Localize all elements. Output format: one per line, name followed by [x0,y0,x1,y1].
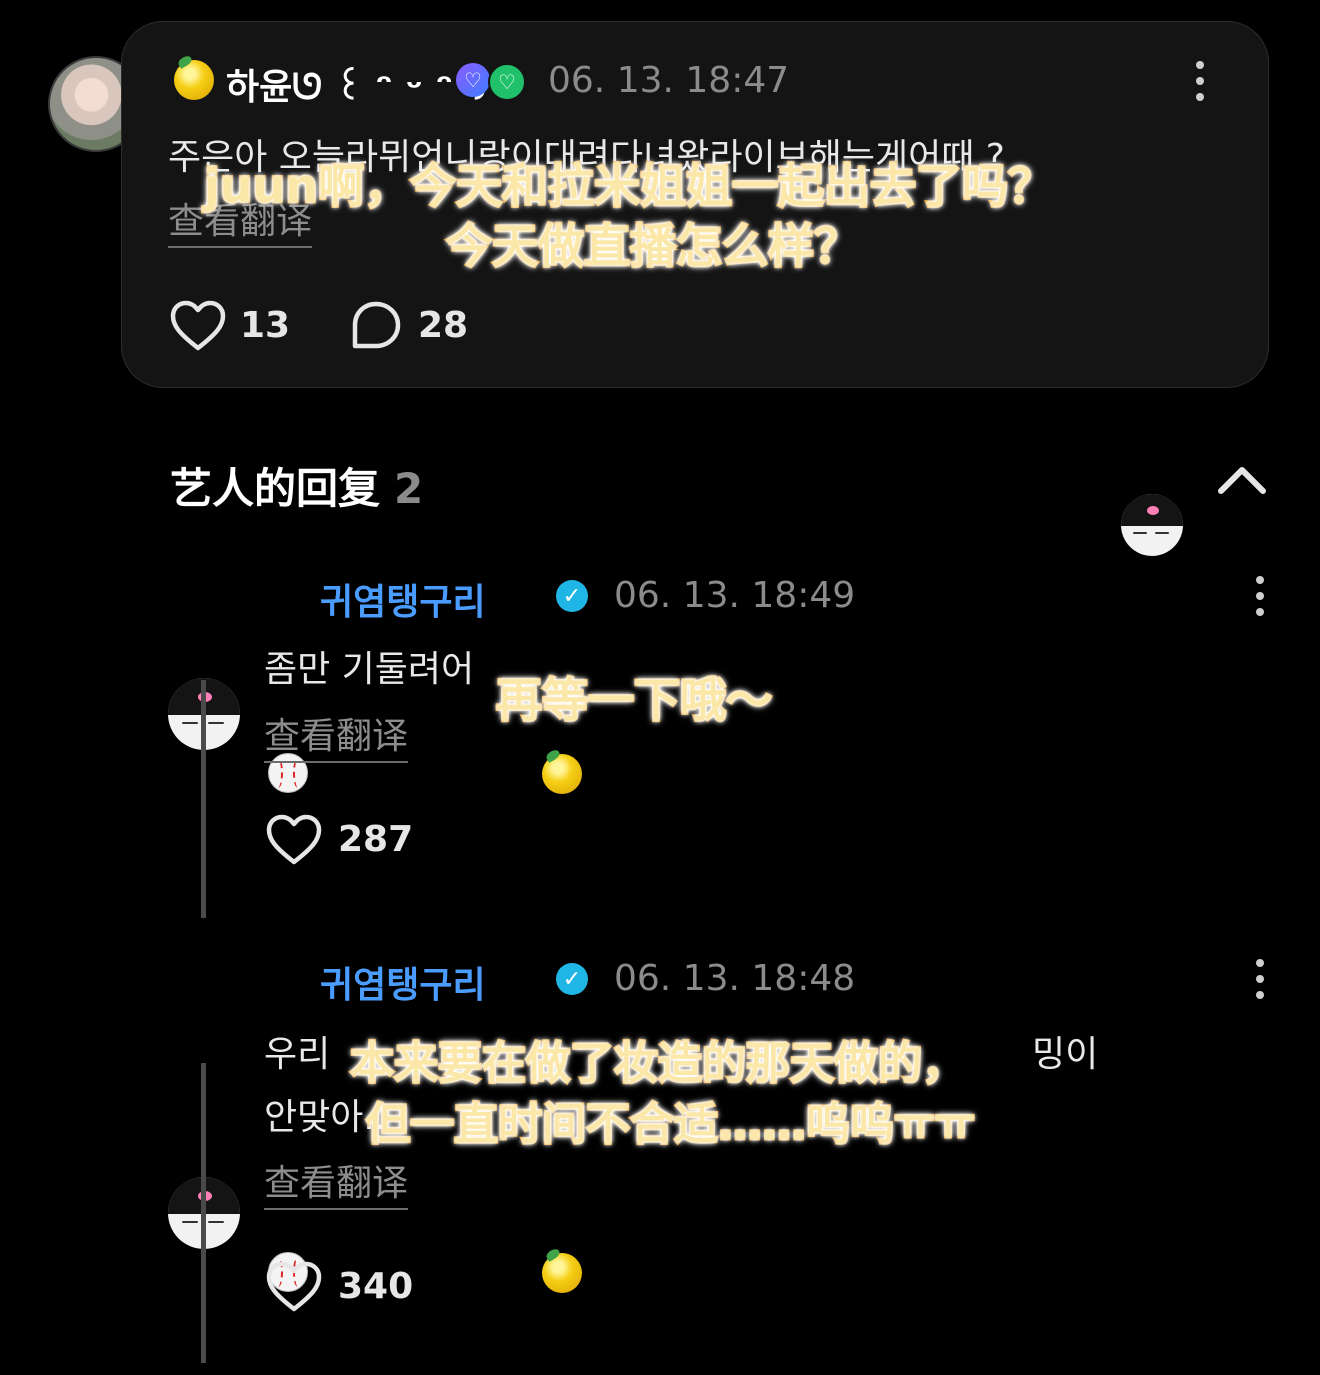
subtitle-reply2-line1: 本来要在做了妆造的那天做的， [349,1037,968,1091]
reply-like-button[interactable] [266,814,322,866]
post-like-count: 13 [240,305,291,346]
lemon-emoji-icon [542,1253,583,1293]
artist-replies-count: 2 [394,464,424,513]
post-comment-count: 28 [418,305,469,346]
subtitle-reply1: 再等一下哦～ [495,672,774,729]
reply-author-name[interactable]: 귀염탱구리 [320,956,486,1008]
lemon-emoji-icon [174,60,214,100]
post-more-vert-icon[interactable] [1195,61,1205,101]
reply-body: 좀만 기둘려어 [264,649,475,690]
reply-more-vert-icon[interactable] [1255,576,1265,616]
comment-icon [352,301,401,349]
thread-line [201,1063,206,1363]
reply-translate-link[interactable]: 查看翻译 [264,715,409,763]
post-comment-button[interactable] [350,300,402,352]
thread-line [201,680,206,918]
artist-replies-title: 艺人的回复 [170,464,381,513]
artist-replies-header: 艺人的回复 2 [170,455,423,516]
subtitle-post-line1: juun啊，今天和拉米姐姐一起出去了吗？ [202,158,1055,215]
reply-like-count: 340 [338,1266,414,1307]
artist-avatar-small[interactable] [1121,494,1183,556]
reply-body-line1-end: 밍이 [1032,1034,1099,1075]
reply-timestamp: 06. 13. 18:48 [614,958,856,999]
heart-icon [266,814,322,865]
reply-like-count: 287 [338,819,414,860]
post-like-button[interactable] [170,300,226,352]
post-timestamp: 06. 13. 18:47 [548,60,790,101]
post-author-badges: ♡ ♡ [456,63,526,101]
collapse-replies-button[interactable] [1216,462,1268,496]
verified-icon: ✓ [556,963,588,995]
heart-icon [170,300,226,351]
lemon-emoji-icon [542,754,583,794]
weverse-badge-icon: ♡ [456,63,490,97]
chevron-up-icon [1218,467,1266,494]
subtitle-reply2-line2: 但一直时间不合适……呜呜ㅠㅠ [365,1098,977,1152]
heart-icon [266,1261,322,1312]
green-heart-badge-icon: ♡ [488,63,526,101]
reply-translate-link[interactable]: 查看翻译 [264,1162,409,1210]
reply-author-name[interactable]: 귀염탱구리 [320,573,486,625]
subtitle-post-line2: 今天做直播怎么样？ [445,218,862,275]
reply-timestamp: 06. 13. 18:49 [614,575,856,616]
reply-like-button[interactable] [266,1261,322,1313]
reply-body-line1-start: 우리 [264,1034,331,1075]
verified-icon: ✓ [556,580,588,612]
reply-more-vert-icon[interactable] [1255,959,1265,999]
